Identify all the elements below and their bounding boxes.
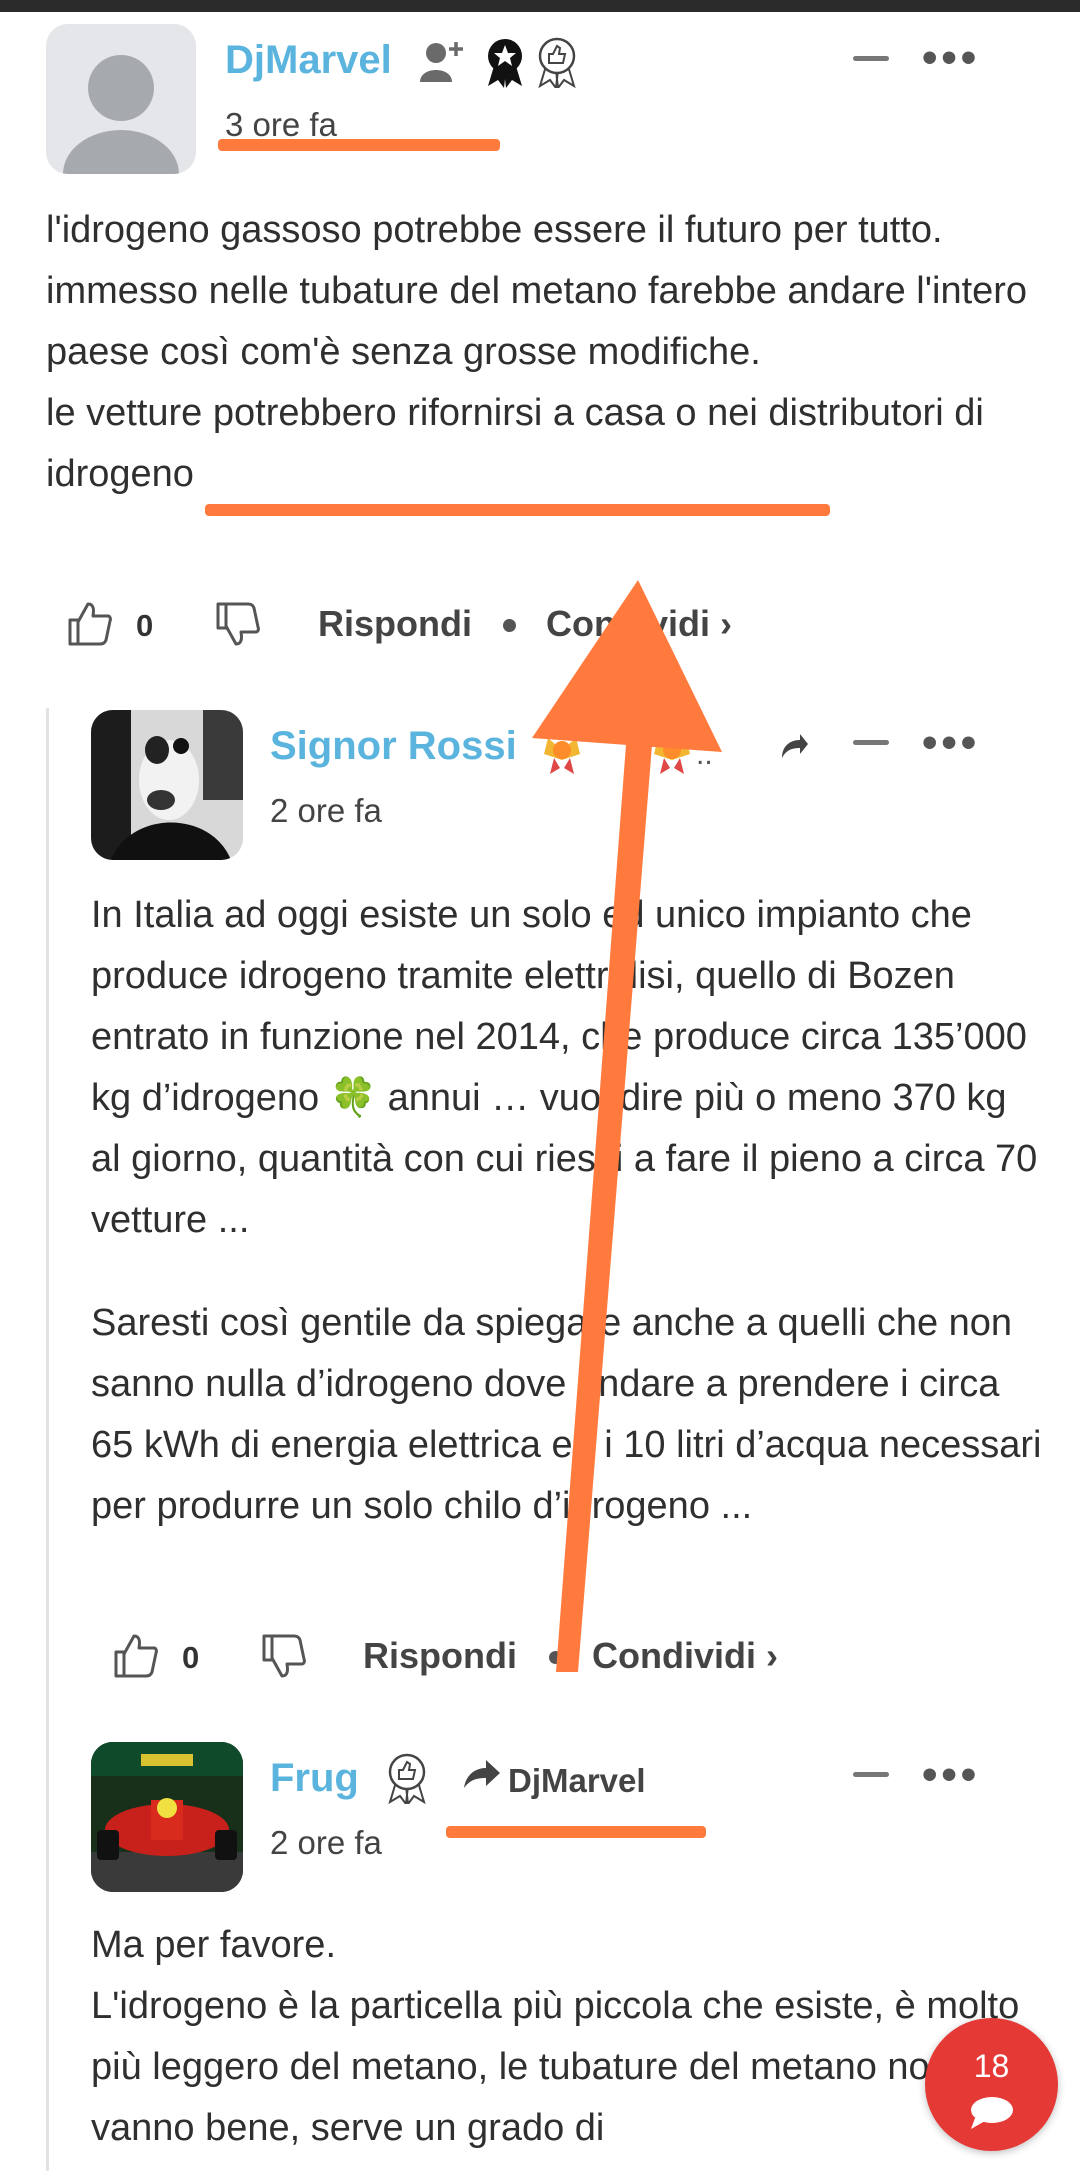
chat-bubble-icon — [971, 2097, 1013, 2129]
comments-button[interactable]: 18 — [925, 2018, 1058, 2151]
annotation-arrow — [532, 580, 722, 1672]
comments-count: 18 — [973, 2048, 1010, 2084]
